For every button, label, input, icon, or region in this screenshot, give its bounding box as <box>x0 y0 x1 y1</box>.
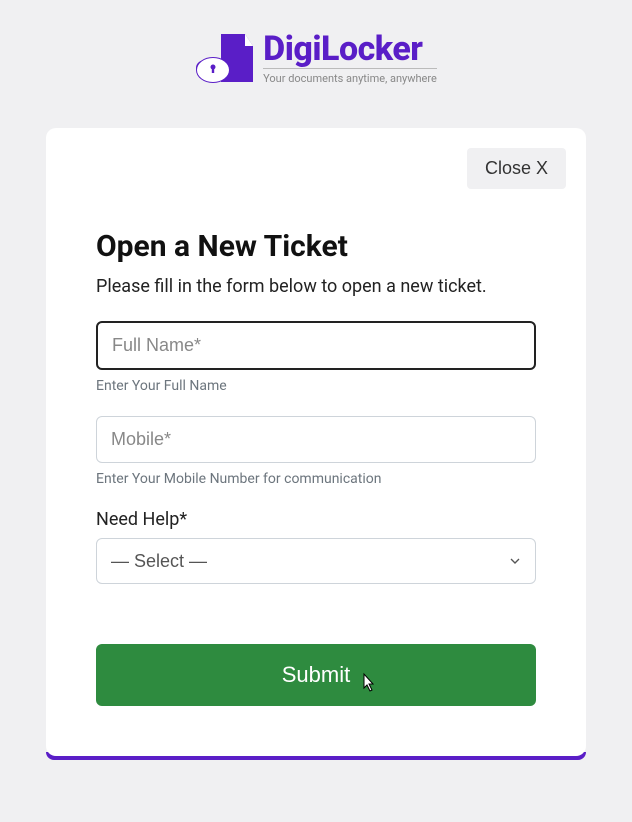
form-title: Open a New Ticket <box>96 229 536 264</box>
mobile-group: Enter Your Mobile Number for communicati… <box>96 416 536 487</box>
fullname-input[interactable] <box>96 321 536 370</box>
fullname-group: Enter Your Full Name <box>96 321 536 394</box>
needhelp-label: Need Help* <box>96 509 536 530</box>
logo-header: DigiLocker Your documents anytime, anywh… <box>0 0 632 108</box>
brand-icon <box>195 28 259 88</box>
brand-tagline: Your documents anytime, anywhere <box>263 68 437 85</box>
form-subtitle: Please fill in the form below to open a … <box>96 276 536 297</box>
needhelp-select[interactable]: — Select — <box>96 538 536 584</box>
mobile-input[interactable] <box>96 416 536 463</box>
mobile-help: Enter Your Mobile Number for communicati… <box>96 471 536 487</box>
fullname-help: Enter Your Full Name <box>96 378 536 394</box>
submit-button[interactable]: Submit <box>96 644 536 706</box>
needhelp-group: Need Help* — Select — <box>96 509 536 584</box>
close-button[interactable]: Close X <box>467 148 566 189</box>
ticket-modal: Close X Open a New Ticket Please fill in… <box>46 128 586 756</box>
brand-name: DigiLocker <box>263 32 437 66</box>
brand-logo: DigiLocker Your documents anytime, anywh… <box>195 28 437 88</box>
